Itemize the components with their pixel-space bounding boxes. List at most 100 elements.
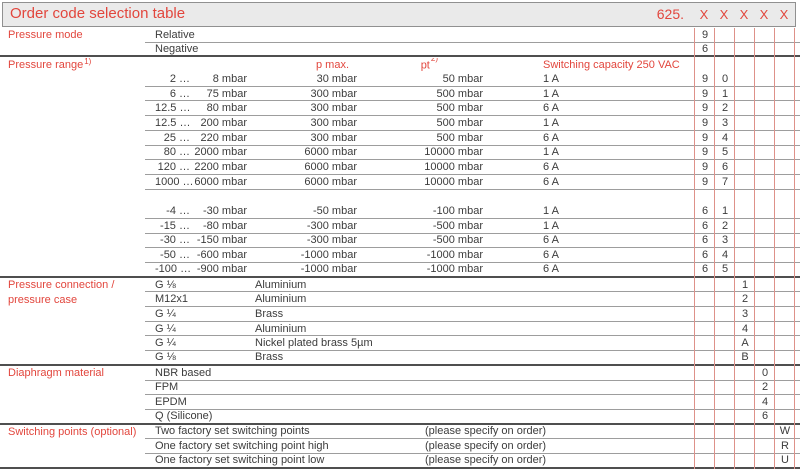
pmax-value: 6000 mbar — [304, 161, 357, 174]
code-cells: 92 — [695, 101, 795, 115]
range-high-value: 6000 mbar — [194, 175, 247, 188]
range-high-value: 80 mbar — [206, 102, 247, 115]
row-body: -4 … -30 mbar -50 mbar -100 mbar 1 A 61 — [145, 204, 800, 219]
switching-point-option: One factory set switching point low — [155, 454, 325, 467]
row-section-label — [0, 234, 145, 249]
code-cell: 4 — [741, 322, 749, 335]
pt-value: 10000 mbar — [424, 161, 483, 174]
row-body: -100 … -900 mbar -1000 mbar -1000 mbar 6 A 65 — [145, 263, 800, 276]
code-cell: R — [781, 440, 789, 453]
pt-value: -100 mbar — [432, 205, 483, 218]
case-material: Aluminium — [255, 278, 307, 291]
table-row: -100 … -900 mbar -1000 mbar -1000 mbar 6 A 65 — [0, 263, 800, 278]
order-code-placeholders: X X X X X — [694, 2, 794, 27]
range-high-value: 220 mbar — [200, 131, 247, 144]
row-content: M12x1 Aluminium — [145, 293, 695, 305]
row-section-label: Switching points (optional) — [0, 425, 145, 440]
pt-value: 500 mbar — [436, 116, 483, 129]
row-section-label — [0, 322, 145, 337]
table-row: G ⅛ Brass B — [0, 351, 800, 366]
table-row — [0, 190, 800, 205]
range-high-value: -30 mbar — [202, 205, 247, 218]
pmax-value: 6000 mbar — [304, 175, 357, 188]
thread-size: G ¼ — [155, 322, 176, 335]
code-cell: 0 — [761, 366, 769, 379]
code-cell: 4 — [721, 249, 729, 262]
code-column-rule — [774, 28, 775, 469]
row-body: FPM 2 — [145, 381, 800, 396]
code-cell: 2 — [761, 381, 769, 394]
case-material: Brass — [255, 351, 284, 364]
row-body: One factory set switching point low (plea… — [145, 454, 800, 467]
code-cell: 2 — [741, 293, 749, 306]
code-cell: 6 — [761, 410, 769, 423]
range-low-value: -50 … — [160, 249, 190, 262]
row-section-label — [0, 336, 145, 351]
code-cells — [695, 190, 795, 205]
pt-value: -500 mbar — [432, 234, 483, 247]
table-row: G ¼ Nickel plated brass 5µm A — [0, 336, 800, 352]
row-content: Q (Silicone) — [145, 410, 695, 422]
pt-value: 10000 mbar — [424, 175, 483, 188]
code-cells: U — [695, 454, 795, 467]
pt-value: 500 mbar — [436, 87, 483, 100]
row-content: G ¼ Nickel plated brass 5µm — [145, 337, 695, 349]
switching-capacity-value: 1 A — [543, 146, 559, 159]
code-cell: 0 — [721, 72, 729, 85]
row-content: -15 … -80 mbar -300 mbar -500 mbar 1 A — [145, 220, 695, 232]
code-cell: 1 — [721, 87, 729, 100]
range-low-value: 6 … — [169, 87, 190, 100]
row-body: p max. pt2) Switching capacity 250 VAC — [145, 57, 800, 72]
table-row: 1000 … 6000 mbar 6000 mbar 10000 mbar 6 A97 — [0, 175, 800, 190]
row-content: -4 … -30 mbar -50 mbar -100 mbar 1 A — [145, 205, 695, 217]
code-cells: 96 — [695, 160, 795, 174]
row-body: M12x1 Aluminium 2 — [145, 292, 800, 308]
table-row: Negative 6 — [0, 43, 800, 58]
code-cells: 95 — [695, 146, 795, 160]
switching-capacity-value: 6 A — [543, 234, 559, 247]
table-row: -30 … -150 mbar -300 mbar -500 mbar 6 A 63 — [0, 234, 800, 249]
pmax-value: 300 mbar — [310, 87, 357, 100]
section-label-text: pressure case — [8, 293, 78, 306]
code-cells: 64 — [695, 248, 795, 262]
row-content: 120 … 2200 mbar 6000 mbar 10000 mbar 6 A — [145, 161, 695, 173]
code-cell: 9 — [701, 161, 709, 174]
pmax-value: 300 mbar — [310, 116, 357, 129]
table-title: Order code selection table — [10, 5, 186, 22]
table-row: 12.5 … 80 mbar 300 mbar 500 mbar 6 A 92 — [0, 101, 800, 117]
code-cells: 93 — [695, 116, 795, 130]
row-body: Q (Silicone) 6 — [145, 410, 800, 423]
row-section-label: pressure case — [0, 292, 145, 307]
pt-value: -1000 mbar — [426, 263, 483, 276]
code-cell: 2 — [721, 219, 729, 232]
row-section-label — [0, 101, 145, 116]
code-cells: 65 — [695, 263, 795, 276]
code-cells: 90 — [695, 72, 795, 86]
range-high-value: 75 mbar — [206, 87, 247, 100]
range-high-value: 8 mbar — [212, 72, 247, 85]
order-note: (please specify on order) — [425, 440, 547, 453]
code-column-rule — [714, 28, 715, 469]
thread-size: G ⅛ — [155, 278, 176, 291]
row-content: p max. pt2) Switching capacity 250 VAC — [145, 58, 695, 72]
row-section-label — [0, 72, 145, 87]
row-body: G ¼ Aluminium 4 — [145, 322, 800, 337]
switching-capacity-value: 6 A — [543, 249, 559, 262]
row-content: EPDM — [145, 396, 695, 408]
code-cells: 2 — [695, 292, 795, 306]
row-body: 6 … 75 mbar 300 mbar 500 mbar 1 A 91 — [145, 87, 800, 102]
row-content: Two factory set switching points (please … — [145, 425, 695, 437]
table-row: Pressure mode Relative 9 — [0, 28, 800, 43]
range-high-value: -150 mbar — [196, 234, 247, 247]
row-content: 12.5 … 80 mbar 300 mbar 500 mbar 6 A — [145, 102, 695, 114]
code-cell: 3 — [721, 234, 729, 247]
pmax-value: 6000 mbar — [304, 146, 357, 159]
code-cells: 4 — [695, 322, 795, 336]
thread-size: G ⅛ — [155, 351, 176, 364]
table-row: -4 … -30 mbar -50 mbar -100 mbar 1 A 61 — [0, 204, 800, 219]
row-section-label: Pressure connection / — [0, 278, 145, 293]
code-cell: 4 — [721, 131, 729, 144]
pmax-value: -1000 mbar — [300, 249, 357, 262]
option-text: FPM — [155, 381, 179, 394]
code-cell: U — [781, 454, 789, 467]
